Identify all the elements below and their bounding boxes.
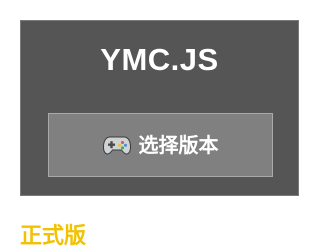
section-heading-release: 正式版 [20, 224, 87, 249]
select-version-button[interactable]: 选择版本 [48, 113, 273, 177]
select-version-label: 选择版本 [138, 133, 219, 157]
app-title: YMC.JS [100, 42, 219, 77]
launcher-panel: YMC.JS 选择版本 [20, 20, 299, 196]
gamepad-icon [102, 136, 131, 155]
